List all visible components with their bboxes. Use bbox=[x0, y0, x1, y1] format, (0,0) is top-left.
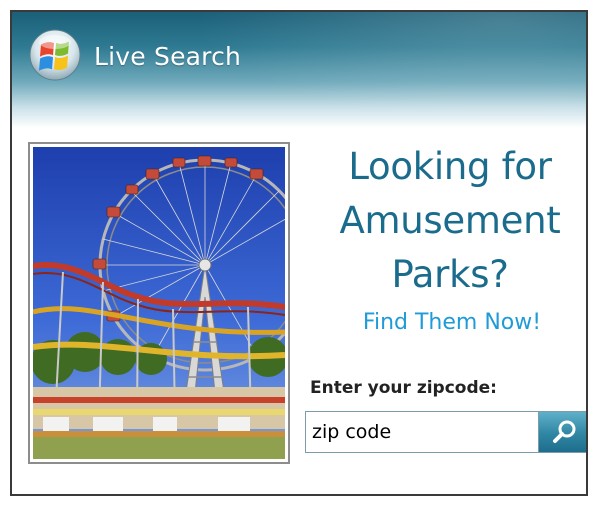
ad-banner: Live Search Looking for Amusement Parks?… bbox=[10, 10, 588, 496]
zipcode-label: Enter your zipcode: bbox=[310, 378, 497, 398]
search-button[interactable] bbox=[538, 412, 586, 452]
windows-flag-orb-icon bbox=[29, 29, 81, 81]
brand-name: Live Search bbox=[94, 42, 242, 71]
header-band: Live Search bbox=[12, 12, 586, 128]
headline-line-1: Looking for bbox=[348, 145, 552, 188]
magnifier-icon bbox=[552, 420, 575, 443]
headline-line-2: Amusement bbox=[339, 199, 561, 242]
ferris-wheel-roller-coaster-photo bbox=[33, 147, 285, 459]
find-them-now-link[interactable]: Find Them Now! bbox=[318, 310, 586, 335]
headline-line-3: Parks? bbox=[391, 253, 509, 296]
zipcode-search-box bbox=[305, 411, 586, 453]
headline: Looking for Amusement Parks? bbox=[312, 140, 586, 302]
header-swoosh-decoration bbox=[192, 12, 586, 122]
amusement-park-photo bbox=[28, 142, 290, 464]
zipcode-input[interactable] bbox=[306, 412, 538, 452]
